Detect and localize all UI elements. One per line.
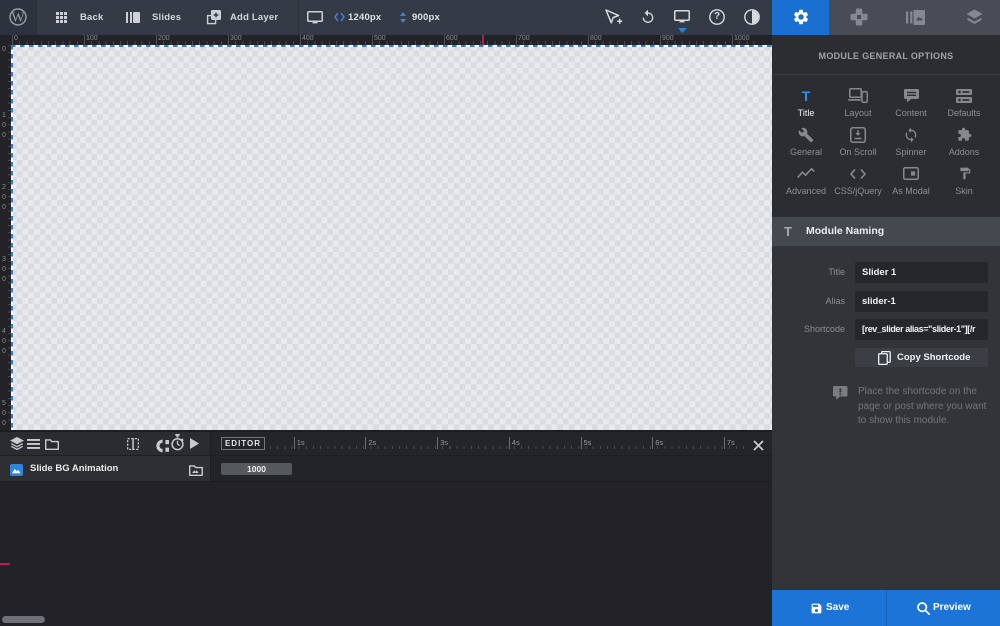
svg-text:W: W [11,11,25,26]
